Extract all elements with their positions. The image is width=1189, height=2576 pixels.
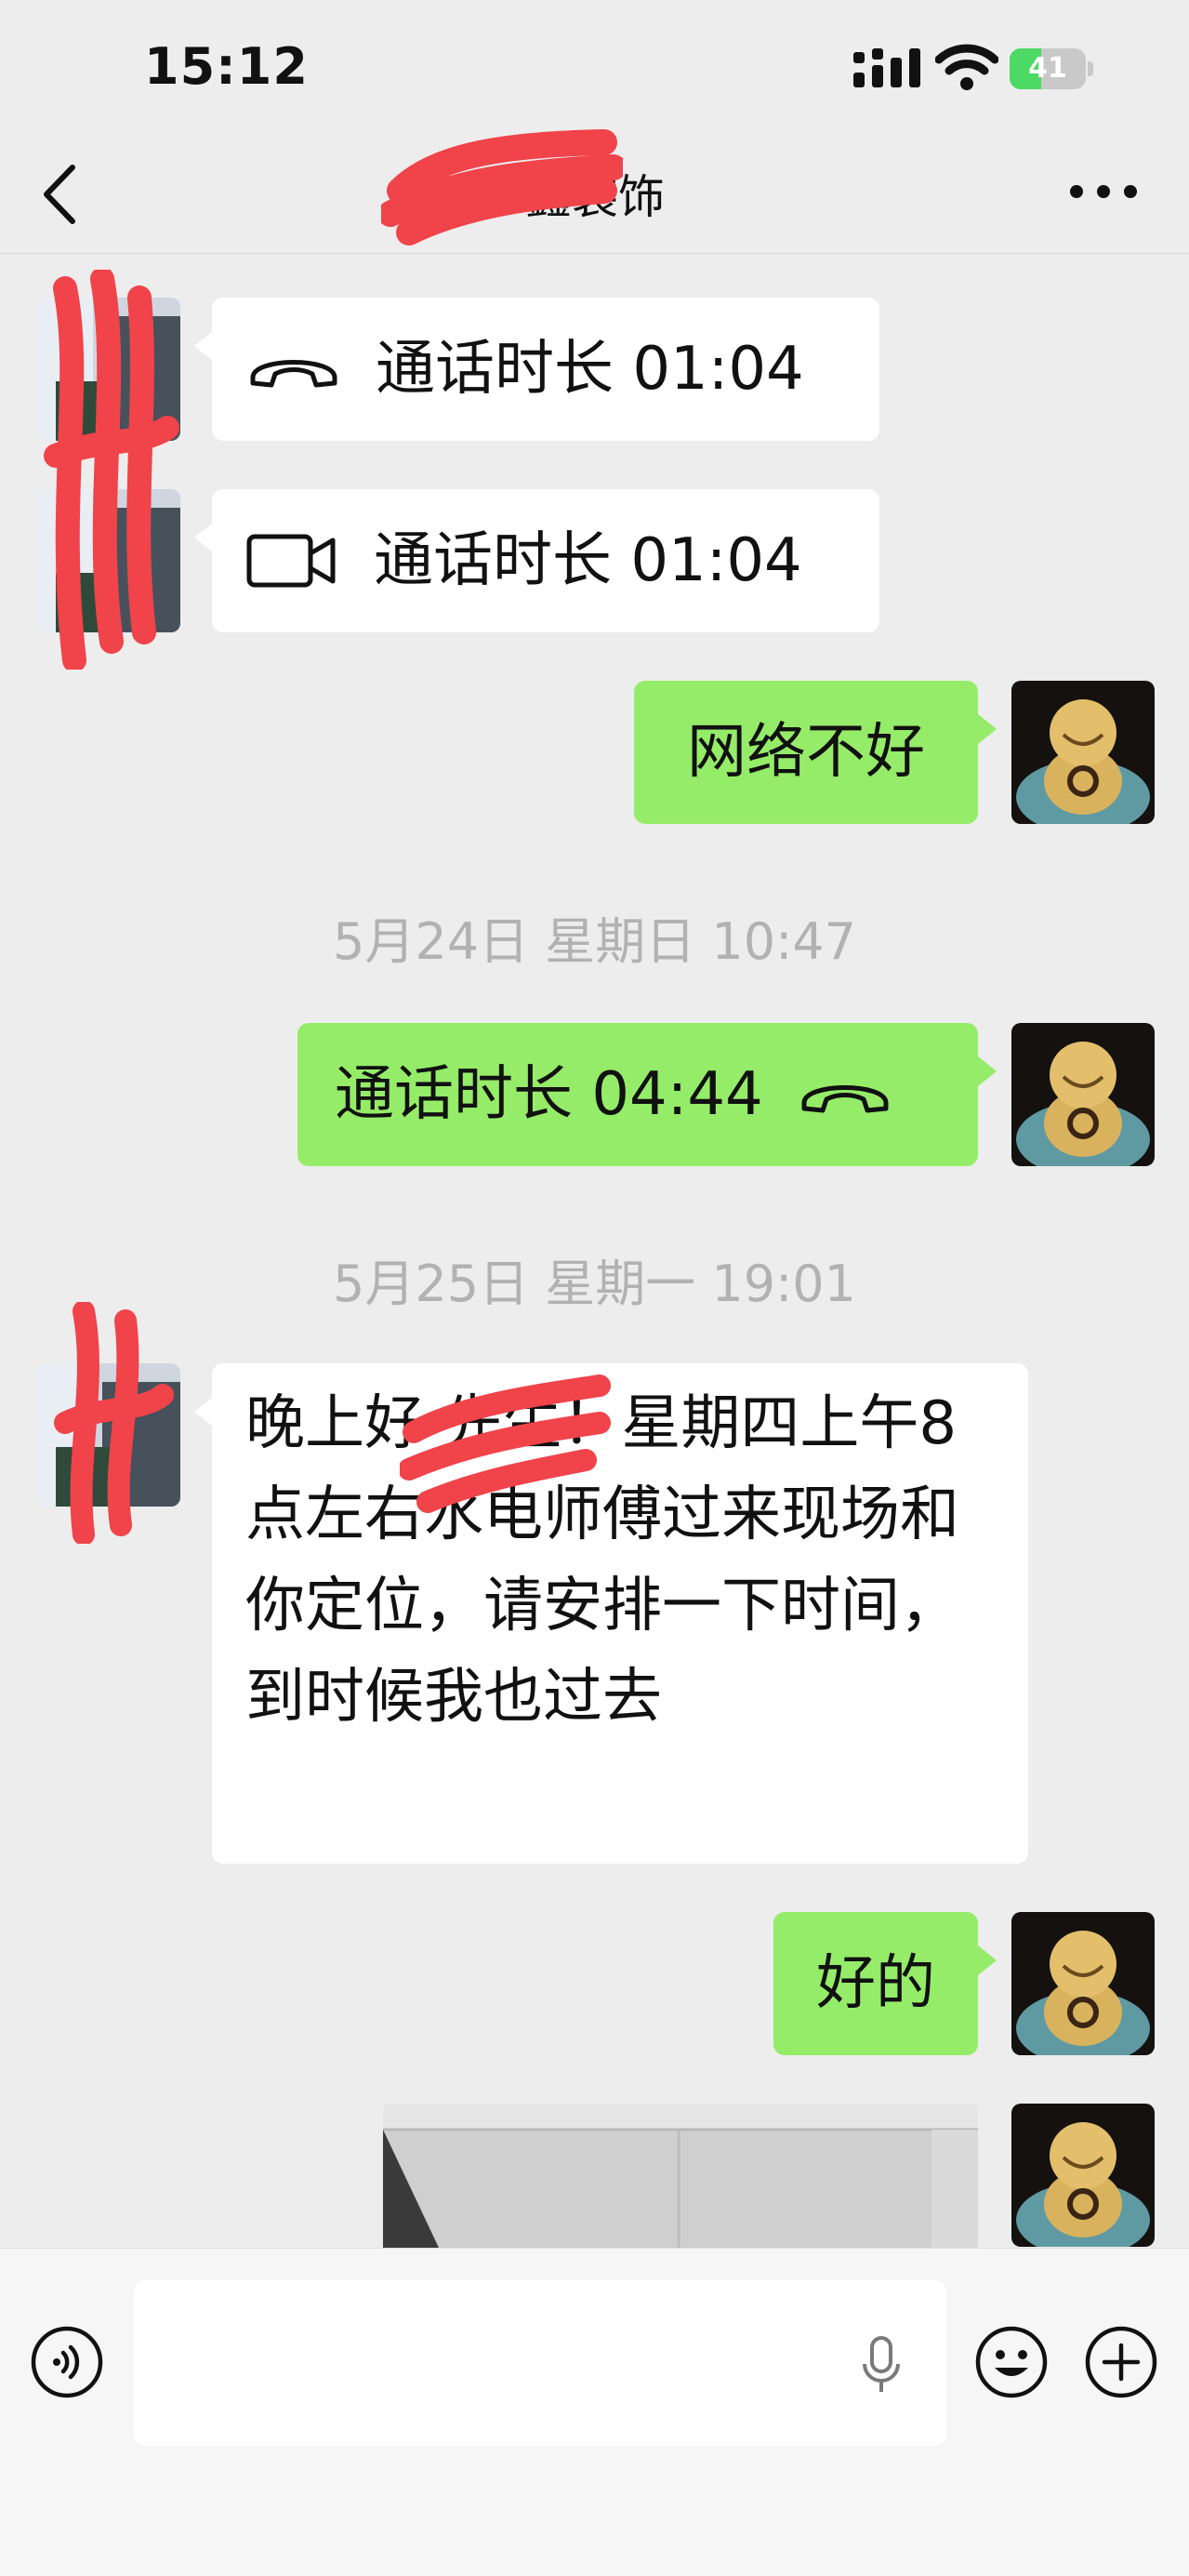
message-text: 晚上好 先生！星期四上午8点左右水电师傅过来现场和你定位，请安排一下时间，到时候… bbox=[245, 1389, 959, 1732]
call-record-bubble[interactable]: 通话时长 01:04 bbox=[212, 298, 879, 441]
sent-image-message[interactable] bbox=[383, 2104, 978, 2248]
emoji-icon[interactable] bbox=[974, 2325, 1049, 2399]
mic-icon[interactable] bbox=[861, 2336, 902, 2396]
voice-icon[interactable] bbox=[30, 2325, 104, 2399]
wifi-icon bbox=[935, 44, 998, 90]
redaction-scribble bbox=[54, 1302, 174, 1544]
message-text: 网络不好 bbox=[687, 718, 925, 787]
battery-indicator: 41 bbox=[1010, 48, 1093, 89]
call-duration: 通话时长 04:44 bbox=[335, 1060, 763, 1129]
call-duration: 通话时长 01:04 bbox=[376, 335, 804, 404]
phone-icon bbox=[801, 1085, 889, 1113]
received-message-bubble[interactable]: 晚上好 先生！星期四上午8点左右水电师傅过来现场和你定位，请安排一下时间，到时候… bbox=[212, 1363, 1028, 1864]
back-icon[interactable] bbox=[37, 162, 86, 227]
sent-message-bubble[interactable]: 网络不好 bbox=[634, 681, 978, 824]
video-icon bbox=[246, 534, 336, 588]
my-avatar[interactable] bbox=[1011, 2104, 1155, 2247]
status-time: 15:12 bbox=[144, 37, 309, 96]
more-icon[interactable] bbox=[1069, 184, 1138, 199]
sent-call-record-bubble[interactable]: 通话时长 04:44 bbox=[297, 1023, 978, 1166]
video-call-record-bubble[interactable]: 通话时长 01:04 bbox=[212, 489, 879, 632]
message-text: 好的 bbox=[816, 1949, 935, 2018]
phone-icon bbox=[250, 360, 337, 388]
my-avatar[interactable] bbox=[1011, 1023, 1155, 1166]
call-duration: 通话时长 01:04 bbox=[374, 526, 802, 595]
message-input[interactable] bbox=[134, 2280, 946, 2446]
chat-timestamp: 5月25日 星期一 19:01 bbox=[332, 1255, 857, 1313]
chat-timestamp: 5月24日 星期日 10:47 bbox=[332, 912, 857, 971]
my-avatar[interactable] bbox=[1011, 1912, 1155, 2055]
sent-message-bubble[interactable]: 好的 bbox=[773, 1912, 978, 2055]
redaction-scribble bbox=[381, 129, 623, 246]
battery-percent: 41 bbox=[1028, 52, 1067, 85]
cellular-signal-icon bbox=[853, 48, 920, 87]
plus-icon[interactable] bbox=[1084, 2325, 1158, 2399]
my-avatar[interactable] bbox=[1011, 681, 1155, 824]
redaction-scribble bbox=[44, 270, 179, 670]
redaction-scribble bbox=[400, 1374, 611, 1513]
